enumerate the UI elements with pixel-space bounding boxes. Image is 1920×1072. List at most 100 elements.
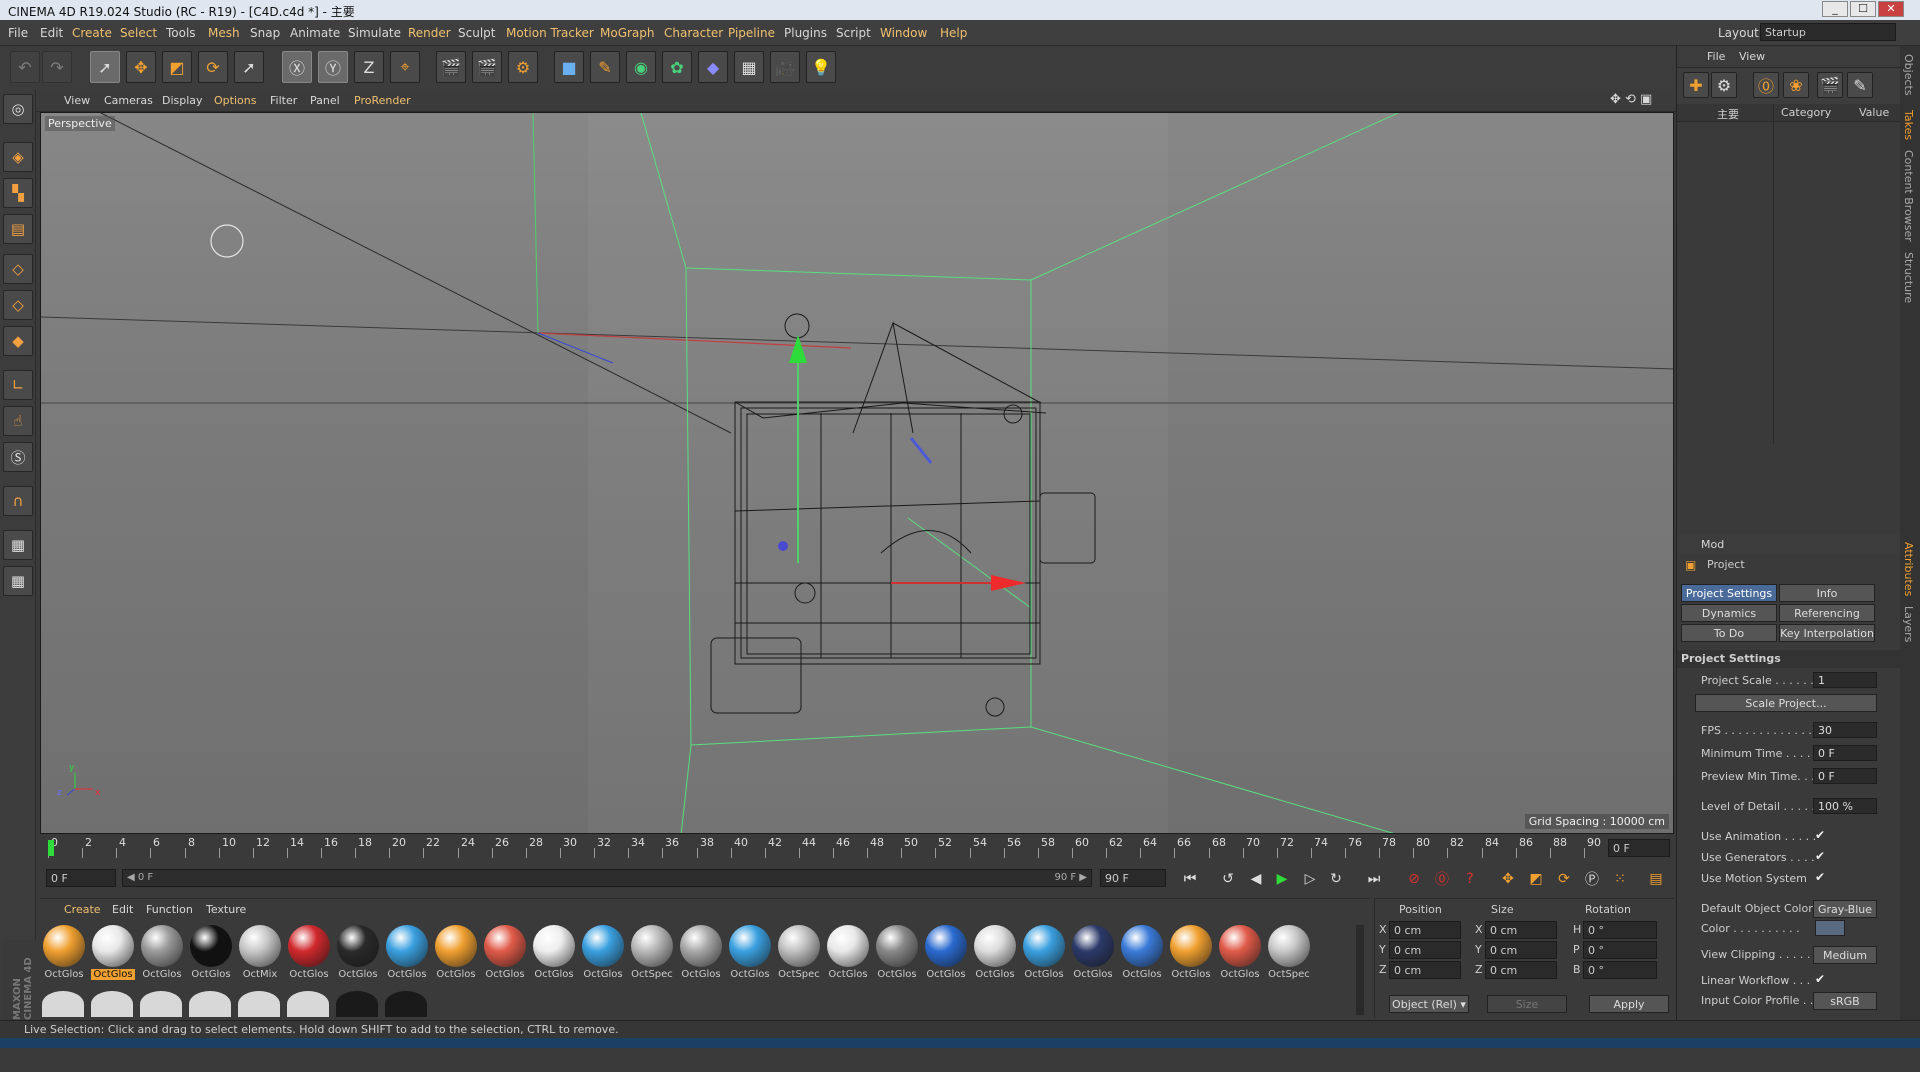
render-settings-icon[interactable]: ⚙	[508, 51, 538, 83]
material-swatch[interactable]: OctGlos	[1071, 925, 1115, 983]
material-swatch[interactable]: OctGlos	[973, 925, 1017, 983]
key-pla-icon[interactable]: ⁙	[1608, 868, 1632, 890]
layout-select[interactable]: Startup	[1760, 23, 1896, 41]
mograph-cloner-icon[interactable]: ✿	[662, 51, 692, 83]
input-color-profile-select[interactable]: sRGB	[1813, 992, 1877, 1010]
menu-snap[interactable]: Snap	[250, 26, 280, 40]
takes-camera-icon[interactable]: ❀	[1783, 72, 1809, 98]
material-swatch[interactable]: OctGlos	[385, 925, 429, 983]
material-swatch-partial[interactable]	[287, 991, 329, 1017]
menu-help[interactable]: Help	[940, 26, 967, 40]
minimize-button[interactable]: _	[1822, 1, 1848, 17]
material-swatch[interactable]: OctGlos	[336, 925, 380, 983]
floor-icon[interactable]: ▦	[734, 51, 764, 83]
scale-icon[interactable]: ◩	[162, 51, 192, 83]
material-swatch[interactable]: OctSpec	[630, 925, 674, 983]
live-selection-icon[interactable]: ➚	[90, 51, 120, 83]
tab-key-interpolation[interactable]: Key Interpolation	[1779, 624, 1875, 642]
view-clipping-select[interactable]: Medium	[1813, 946, 1877, 964]
viewport-menu-prorender[interactable]: ProRender	[354, 94, 411, 107]
side-tab-takes[interactable]: Takes	[1902, 110, 1915, 140]
coords-size-select[interactable]: Size	[1487, 995, 1567, 1013]
material-swatch[interactable]: OctSpec	[777, 925, 821, 983]
material-swatch[interactable]: OctGlos	[924, 925, 968, 983]
menu-sculpt[interactable]: Sculpt	[458, 26, 495, 40]
material-swatch[interactable]: OctGlos	[1218, 925, 1262, 983]
menu-window[interactable]: Window	[880, 26, 927, 40]
menu-animate[interactable]: Animate	[290, 26, 340, 40]
play-icon[interactable]: ▶	[1270, 868, 1294, 890]
y-axis-icon[interactable]: Ⓨ	[318, 51, 348, 83]
make-editable-icon[interactable]: ◎	[3, 94, 33, 124]
takes-auto-icon[interactable]: ⓪	[1753, 72, 1779, 98]
material-swatch[interactable]: OctGlos	[42, 925, 86, 983]
solo-mode-icon[interactable]: Ⓢ	[3, 442, 33, 472]
axis-mode-icon[interactable]: ∟	[3, 370, 33, 400]
render-picture-viewer-icon[interactable]: 🎬	[472, 51, 502, 83]
menu-tools[interactable]: Tools	[166, 26, 196, 40]
playhead[interactable]	[48, 840, 54, 856]
material-swatch[interactable]: OctGlos	[826, 925, 870, 983]
prev-frame-icon[interactable]: ◀	[1244, 868, 1268, 890]
coord-rotation-field[interactable]: 0 °	[1583, 941, 1657, 959]
menu-edit[interactable]: Edit	[40, 26, 63, 40]
world-coordinates-icon[interactable]: ⌖	[390, 51, 420, 83]
frame-range-slider[interactable]: ◀ 0 F 90 F ▶	[122, 869, 1092, 887]
use-animation-checkbox[interactable]: ✔	[1815, 828, 1825, 842]
menu-motion-tracker[interactable]: Motion Tracker	[506, 26, 594, 40]
viewport-menu-options[interactable]: Options	[214, 94, 256, 107]
keyframe-selection-icon[interactable]: ?	[1458, 868, 1482, 890]
z-axis-icon[interactable]: Z	[354, 51, 384, 83]
coord-size-field[interactable]: 0 cm	[1485, 941, 1557, 959]
coord-rotation-field[interactable]: 0 °	[1583, 921, 1657, 939]
tab-dynamics[interactable]: Dynamics	[1681, 604, 1777, 622]
polygons-mode-icon[interactable]: ◆	[3, 326, 33, 356]
apply-button[interactable]: Apply	[1589, 995, 1669, 1013]
goto-start-icon[interactable]: ⏮	[1178, 868, 1202, 890]
takes-render-icon[interactable]: 🎬	[1817, 72, 1843, 98]
rotate-icon[interactable]: ⟳	[198, 51, 228, 83]
material-swatch-partial[interactable]	[91, 991, 133, 1017]
current-frame-field[interactable]: 0 F	[1608, 839, 1670, 857]
tree-root-label[interactable]: 主要	[1717, 106, 1739, 122]
material-swatch[interactable]: OctGlos	[483, 925, 527, 983]
menu-create[interactable]: Create	[72, 26, 112, 40]
maximize-button[interactable]: ☐	[1850, 1, 1876, 17]
takes-override-icon[interactable]: ⚙	[1711, 72, 1737, 98]
key-parameter-icon[interactable]: Ⓟ	[1580, 868, 1604, 890]
material-swatch[interactable]: OctSpec	[1267, 925, 1311, 983]
use-generators-checkbox[interactable]: ✔	[1815, 849, 1825, 863]
material-menu-edit[interactable]: Edit	[112, 903, 133, 916]
planar-workplane-icon[interactable]: ▦	[3, 566, 33, 596]
material-swatch[interactable]: OctGlos	[434, 925, 478, 983]
timeline-ruler[interactable]: 0 2 4 6 8 10 12 14 16 18 20 22 24 26 28 30 32 34 36 38 40 42 4…	[40, 836, 1674, 860]
menu-mograph[interactable]: MoGraph	[600, 26, 655, 40]
material-swatch[interactable]: OctGlos	[875, 925, 919, 983]
snap-icon[interactable]: ∩	[3, 486, 33, 516]
side-tab-structure[interactable]: Structure	[1902, 252, 1915, 303]
material-swatch[interactable]: OctGlos	[140, 925, 184, 983]
light-icon[interactable]: 💡	[806, 51, 836, 83]
objects-menu-file[interactable]: File	[1707, 50, 1725, 63]
material-swatch-partial[interactable]	[42, 991, 84, 1017]
redo-icon[interactable]: ↷	[42, 51, 72, 83]
tab-referencing[interactable]: Referencing	[1779, 604, 1875, 622]
model-mode-icon[interactable]: ◈	[3, 142, 33, 172]
render-view-icon[interactable]: 🎬	[436, 51, 466, 83]
side-tab-attributes[interactable]: Attributes	[1902, 542, 1915, 596]
record-icon[interactable]: ⊘	[1402, 868, 1426, 890]
color-swatch[interactable]	[1815, 920, 1845, 936]
material-swatch[interactable]: OctGlos	[679, 925, 723, 983]
spline-pen-icon[interactable]: ✎	[590, 51, 620, 83]
start-frame-field[interactable]: 0 F	[46, 869, 116, 887]
coord-size-field[interactable]: 0 cm	[1485, 961, 1557, 979]
viewport-menu-display[interactable]: Display	[162, 94, 203, 107]
camera-icon[interactable]: 🎥	[770, 51, 800, 83]
material-swatch-partial[interactable]	[189, 991, 231, 1017]
side-tab-layers[interactable]: Layers	[1902, 606, 1915, 642]
tab-info[interactable]: Info	[1779, 584, 1875, 602]
viewport-menu-cameras[interactable]: Cameras	[104, 94, 153, 107]
cube-icon[interactable]: ■	[554, 51, 584, 83]
coords-mode-select[interactable]: Object (Rel) ▾	[1389, 995, 1469, 1013]
coord-rotation-field[interactable]: 0 °	[1583, 961, 1657, 979]
